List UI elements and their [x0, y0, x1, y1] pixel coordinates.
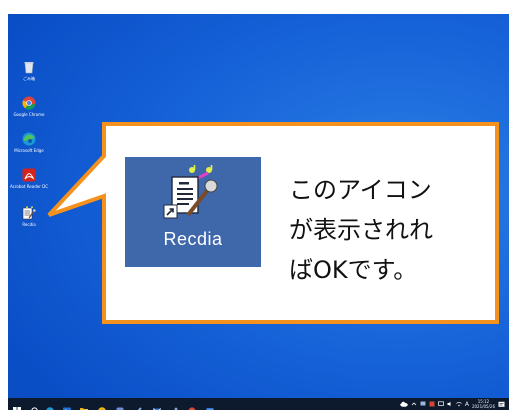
- desktop-icon-google-chrome[interactable]: Google Chrome: [11, 94, 47, 130]
- taskbar-edge[interactable]: [46, 400, 54, 410]
- desktop-icon-microsoft-edge[interactable]: Microsoft Edge: [11, 130, 47, 166]
- system-tray: A 15:12 2021/05/26: [400, 398, 505, 410]
- taskbar-chrome[interactable]: [98, 400, 106, 410]
- ime-mode-indicator[interactable]: A: [465, 401, 469, 408]
- callout-message: このアイコン が表示されれ ばOKです。: [289, 170, 479, 290]
- taskbar: A 15:12 2021/05/26: [8, 398, 509, 410]
- taskbar-explorer[interactable]: [80, 400, 88, 410]
- recdia-app-label: Recdia: [163, 229, 223, 249]
- desktop-icon-acrobat-reader[interactable]: Acrobat Reader DC: [10, 166, 48, 202]
- wifi-icon[interactable]: [456, 401, 462, 407]
- chevron-up-icon[interactable]: [411, 401, 417, 407]
- desktop-icon-label: Acrobat Reader DC: [10, 184, 48, 189]
- taskbar-search-button[interactable]: [30, 400, 38, 410]
- desktop-icon-column: ごみ箱 Google Chrome Microsoft Edge Acrobat…: [8, 14, 48, 384]
- taskbar-app-e[interactable]: [188, 400, 196, 410]
- message-line: このアイコン: [289, 176, 432, 204]
- taskbar-app-a[interactable]: [116, 400, 124, 410]
- tool-icon: [174, 407, 178, 410]
- taskbar-app-c[interactable]: [152, 400, 162, 410]
- clock-date: 2021/05/26: [471, 404, 495, 409]
- pen-icon: [137, 407, 142, 410]
- desktop-icon-label: ごみ箱: [23, 76, 35, 81]
- chrome-icon: [22, 96, 36, 110]
- folder-icon: [80, 408, 88, 410]
- mail-icon: [152, 408, 162, 410]
- chrome-icon: [98, 407, 106, 410]
- outlook-icon: [63, 407, 71, 410]
- search-icon: [31, 407, 38, 410]
- edge-icon: [22, 132, 36, 146]
- taskbar-outlook[interactable]: [63, 400, 71, 410]
- edge-icon: [46, 407, 54, 410]
- speaker-icon[interactable]: [447, 401, 453, 407]
- acrobat-icon: [22, 168, 36, 182]
- notification-icon[interactable]: [498, 401, 505, 408]
- desktop-icon-label: Google Chrome: [13, 112, 45, 117]
- security-icon[interactable]: [429, 401, 435, 407]
- record-icon: [188, 407, 196, 410]
- network-icon[interactable]: [420, 401, 426, 407]
- taskbar-app-f[interactable]: [206, 400, 214, 410]
- recdia-app-preview: Recdia: [125, 157, 261, 267]
- windows-icon: [13, 407, 21, 410]
- message-line: が表示されれ: [289, 216, 433, 244]
- recycle-bin-icon: [24, 62, 34, 74]
- desktop-icon-label: Microsoft Edge: [14, 148, 44, 153]
- taskbar-clock[interactable]: 15:12 2021/05/26: [472, 399, 495, 409]
- cloud-icon[interactable]: [400, 401, 408, 407]
- desktop-icon-recdia[interactable]: Recdia: [11, 204, 47, 240]
- message-line: ばOKです。: [289, 256, 418, 284]
- desktop-icon-label: Recdia: [22, 222, 36, 227]
- display-icon[interactable]: [437, 401, 444, 407]
- taskbar-app-b[interactable]: [134, 400, 142, 410]
- recdia-icon: [163, 165, 218, 219]
- window-icon: [206, 408, 214, 410]
- start-button[interactable]: [13, 400, 21, 410]
- desktop-icon-recycle-bin[interactable]: ごみ箱: [11, 58, 47, 94]
- recdia-icon: [22, 206, 36, 220]
- taskbar-app-d[interactable]: [170, 400, 178, 410]
- app-icon: [116, 407, 124, 410]
